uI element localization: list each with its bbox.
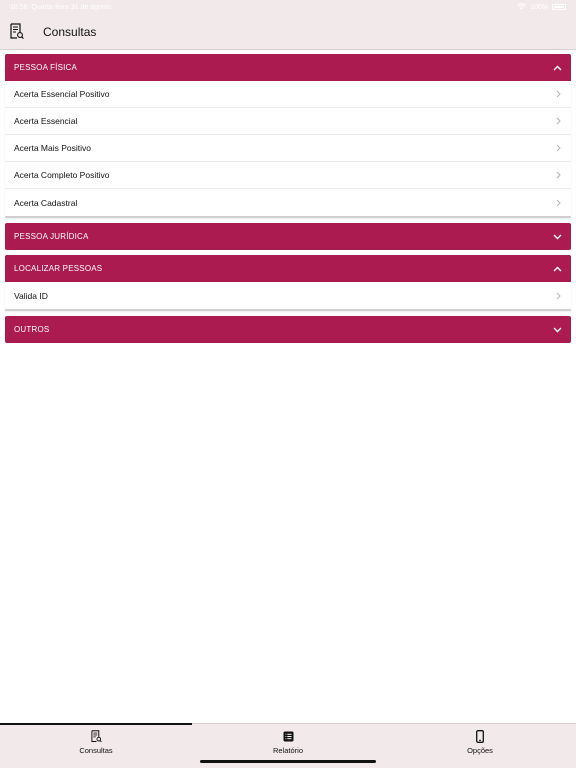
document-search-icon [90,730,102,743]
chevron-right-icon [554,199,562,207]
section-header-pessoa-juridica[interactable]: PESSOA JURÍDICA [5,223,571,250]
list-item-label: Acerta Completo Positivo [14,170,110,180]
list-item-acerta-cadastral[interactable]: Acerta Cadastral [5,189,571,216]
list-item-acerta-completo-positivo[interactable]: Acerta Completo Positivo [5,162,571,189]
report-list-icon [283,730,294,743]
section-pessoa-juridica: PESSOA JURÍDICA [5,223,571,250]
tab-consultas[interactable]: Consultas [0,723,192,768]
status-date: Quarta-feira 31 de agosto [31,3,112,11]
list-item-label: Acerta Essencial [14,116,78,126]
chevron-right-icon [554,117,562,125]
wifi-icon [517,2,526,12]
chevron-up-icon [552,63,562,73]
section-header-pessoa-fisica[interactable]: PESSOA FÍSICA [5,54,571,81]
section-outros: OUTROS [5,316,571,343]
section-label: LOCALIZAR PESSOAS [14,264,103,273]
section-header-localizar-pessoas[interactable]: LOCALIZAR PESSOAS [5,255,571,282]
list-item-valida-id[interactable]: Valida ID [5,282,571,309]
chevron-up-icon [552,264,562,274]
status-right: 100% [517,2,566,12]
status-bar: 10:56 Quarta-feira 31 de agosto 100% [0,0,576,14]
accordion-list: PESSOA FÍSICA Acerta Essencial Positivo … [5,54,571,348]
list-item-acerta-mais-positivo[interactable]: Acerta Mais Positivo [5,135,571,162]
battery-percent: 100% [530,3,548,11]
section-localizar-pessoas: LOCALIZAR PESSOAS Valida ID [5,255,571,311]
status-left: 10:56 Quarta-feira 31 de agosto [10,4,111,11]
list-item-acerta-essencial-positivo[interactable]: Acerta Essencial Positivo [5,81,571,108]
phone-icon [476,730,484,743]
chevron-right-icon [554,292,562,300]
section-label: PESSOA JURÍDICA [14,232,89,241]
tab-label: Relatório [272,746,303,755]
list-item-acerta-essencial[interactable]: Acerta Essencial [5,108,571,135]
chevron-right-icon [554,90,562,98]
list-item-label: Acerta Mais Positivo [14,143,91,153]
list-item-label: Acerta Essencial Positivo [14,89,110,99]
list-item-label: Valida ID [14,290,48,301]
battery-icon [552,4,566,10]
chevron-down-icon [552,232,562,242]
document-search-icon [10,23,26,41]
chevron-right-icon [554,144,562,152]
list-item-label: Acerta Cadastral [14,197,78,208]
section-header-outros[interactable]: OUTROS [5,316,571,343]
chevron-right-icon [554,171,562,179]
chevron-down-icon [552,325,562,335]
section-pessoa-fisica: PESSOA FÍSICA Acerta Essencial Positivo … [5,54,571,218]
section-items: Valida ID [5,282,571,311]
section-items: Acerta Essencial Positivo Acerta Essenci… [5,81,571,218]
tab-opcoes[interactable]: Opções [384,724,576,768]
section-label: PESSOA FÍSICA [14,63,78,72]
tab-label: Consultas [79,746,113,755]
tab-label: Opções [467,746,493,755]
page-title: Consultas [43,24,97,39]
status-time: 10:56 [10,3,28,11]
app-header: Consultas [0,14,576,50]
home-indicator [200,760,376,763]
section-label: OUTROS [14,325,50,334]
